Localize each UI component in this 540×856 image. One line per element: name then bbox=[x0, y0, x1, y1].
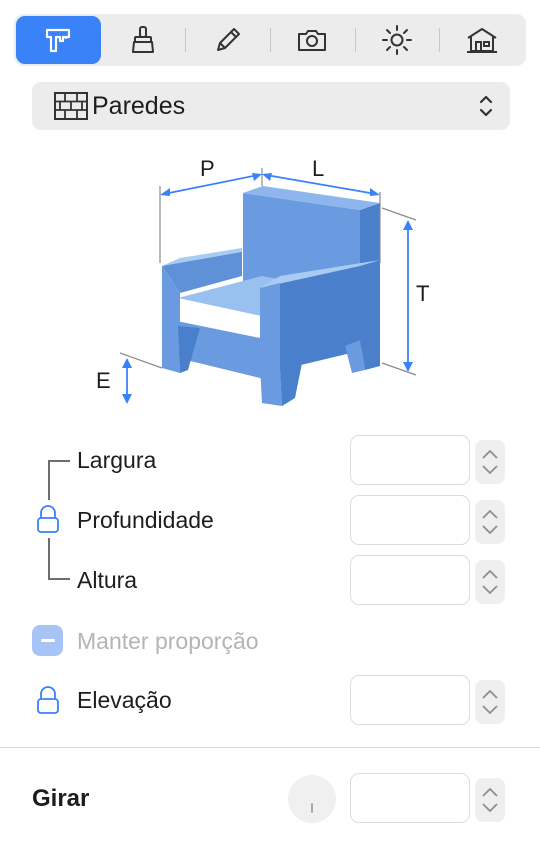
stepper-arrows-icon bbox=[482, 509, 498, 535]
brick-wall-icon bbox=[54, 92, 88, 120]
width-field[interactable] bbox=[350, 435, 470, 485]
rotate-row bbox=[0, 773, 540, 825]
height-stepper[interactable] bbox=[475, 560, 505, 604]
depth-row: Profundidade bbox=[0, 495, 540, 547]
stepper-arrows-icon bbox=[482, 449, 498, 475]
tab-building[interactable] bbox=[439, 16, 524, 64]
tab-lighting[interactable] bbox=[355, 16, 441, 64]
paint-brush-icon bbox=[132, 26, 154, 53]
caliper-icon bbox=[46, 28, 71, 53]
rotation-field[interactable] bbox=[350, 773, 470, 823]
maintain-proportion-label: Manter proporção bbox=[77, 628, 259, 654]
chevron-up-down-icon bbox=[479, 95, 493, 117]
height-row: Altura bbox=[0, 555, 540, 607]
height-field[interactable] bbox=[350, 555, 470, 605]
elevation-row: Elevação bbox=[0, 675, 540, 727]
depth-stepper[interactable] bbox=[475, 500, 505, 544]
camera-icon bbox=[298, 30, 327, 51]
width-dimension-label: L bbox=[312, 156, 324, 181]
depth-dimension-label: P bbox=[200, 156, 215, 181]
house-icon bbox=[466, 28, 497, 53]
dimension-diagram: P L T E bbox=[90, 148, 430, 418]
width-label: Largura bbox=[77, 447, 157, 473]
stepper-arrows-icon bbox=[482, 787, 498, 813]
maintain-proportion-checkbox[interactable] bbox=[32, 625, 63, 656]
tab-camera[interactable] bbox=[270, 16, 356, 64]
tool-segmented-control bbox=[14, 14, 526, 66]
mixed-state-dash bbox=[40, 639, 55, 642]
depth-label: Profundidade bbox=[77, 507, 214, 533]
stepper-arrows-icon bbox=[482, 569, 498, 595]
section-divider bbox=[0, 747, 540, 748]
width-stepper[interactable] bbox=[475, 440, 505, 484]
height-dimension-label: T bbox=[416, 281, 429, 306]
elevation-dimension-label: E bbox=[96, 368, 111, 393]
width-row: Largura bbox=[0, 435, 540, 487]
height-label: Altura bbox=[77, 567, 138, 593]
category-dropdown[interactable]: Paredes bbox=[32, 82, 510, 130]
category-label: Paredes bbox=[92, 91, 186, 120]
elevation-field[interactable] bbox=[350, 675, 470, 725]
tab-materials[interactable] bbox=[101, 16, 187, 64]
armchair-illustration: P L T E bbox=[96, 156, 429, 406]
sun-icon bbox=[382, 25, 413, 55]
tab-edit[interactable] bbox=[185, 16, 272, 64]
elevation-label: Elevação bbox=[77, 687, 172, 713]
pencil-icon bbox=[216, 28, 240, 51]
depth-field[interactable] bbox=[350, 495, 470, 545]
tab-measure[interactable] bbox=[16, 16, 101, 64]
elevation-stepper[interactable] bbox=[475, 680, 505, 724]
rotation-stepper[interactable] bbox=[475, 778, 505, 822]
stepper-arrows-icon bbox=[482, 689, 498, 715]
